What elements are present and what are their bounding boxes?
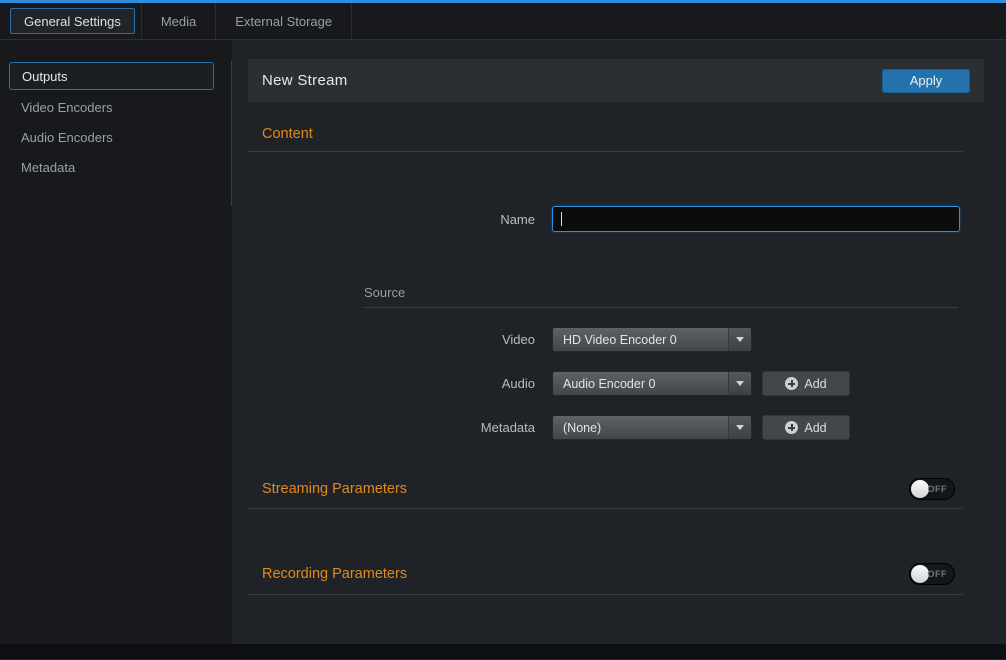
video-select-value: HD Video Encoder 0 bbox=[563, 333, 677, 347]
top-tab-bar: General Settings Media External Storage bbox=[0, 3, 1006, 40]
toggle-state-label: OFF bbox=[928, 569, 948, 579]
bottom-status-bar bbox=[0, 644, 1006, 659]
toggle-knob bbox=[911, 480, 929, 498]
add-audio-button[interactable]: Add bbox=[762, 371, 850, 396]
section-divider bbox=[248, 151, 963, 152]
recording-parameters-row: Recording Parameters OFF bbox=[248, 563, 984, 585]
tab-external-storage[interactable]: External Storage bbox=[216, 3, 351, 39]
metadata-label: Metadata bbox=[248, 420, 552, 435]
content-section-title: Content bbox=[262, 126, 984, 142]
page-layout: Outputs Video Encoders Audio Encoders Me… bbox=[0, 40, 1006, 644]
video-select[interactable]: HD Video Encoder 0 bbox=[552, 327, 752, 352]
new-stream-header: New Stream Apply bbox=[248, 59, 984, 102]
metadata-row: Metadata (None) Add bbox=[248, 415, 984, 440]
streaming-parameters-title: Streaming Parameters bbox=[262, 481, 407, 497]
page-title: New Stream bbox=[262, 72, 348, 89]
streaming-parameters-toggle[interactable]: OFF bbox=[909, 478, 955, 500]
source-divider bbox=[364, 307, 958, 308]
apply-button[interactable]: Apply bbox=[882, 69, 970, 93]
metadata-select-value: (None) bbox=[563, 421, 601, 435]
recording-parameters-title: Recording Parameters bbox=[262, 566, 407, 582]
streaming-parameters-row: Streaming Parameters OFF bbox=[248, 478, 984, 500]
source-group-label: Source bbox=[364, 285, 984, 300]
sidebar-item-audio-encoders[interactable]: Audio Encoders bbox=[9, 122, 214, 152]
audio-label: Audio bbox=[248, 376, 552, 391]
metadata-select[interactable]: (None) bbox=[552, 415, 752, 440]
audio-row: Audio Audio Encoder 0 Add bbox=[248, 371, 984, 396]
tab-separator bbox=[351, 3, 352, 39]
text-cursor bbox=[561, 212, 562, 226]
plus-icon bbox=[785, 421, 798, 434]
toggle-state-label: OFF bbox=[928, 484, 948, 494]
name-row: Name bbox=[248, 206, 984, 232]
add-metadata-label: Add bbox=[804, 421, 826, 435]
sidebar-item-video-encoders[interactable]: Video Encoders bbox=[9, 92, 214, 122]
tab-media[interactable]: Media bbox=[142, 3, 215, 39]
add-audio-label: Add bbox=[804, 377, 826, 391]
section-divider bbox=[248, 508, 963, 509]
chevron-down-icon bbox=[728, 372, 751, 395]
sidebar-item-metadata[interactable]: Metadata bbox=[9, 152, 214, 182]
sidebar-item-outputs[interactable]: Outputs bbox=[9, 62, 214, 90]
main-panel: New Stream Apply Content Name Source Vid… bbox=[232, 40, 1006, 644]
toggle-knob bbox=[911, 565, 929, 583]
plus-icon bbox=[785, 377, 798, 390]
name-input[interactable] bbox=[552, 206, 960, 232]
video-label: Video bbox=[248, 332, 552, 347]
audio-select-value: Audio Encoder 0 bbox=[563, 377, 655, 391]
sidebar: Outputs Video Encoders Audio Encoders Me… bbox=[0, 40, 232, 644]
chevron-down-icon bbox=[728, 416, 751, 439]
recording-parameters-toggle[interactable]: OFF bbox=[909, 563, 955, 585]
audio-select[interactable]: Audio Encoder 0 bbox=[552, 371, 752, 396]
name-label: Name bbox=[248, 212, 552, 227]
add-metadata-button[interactable]: Add bbox=[762, 415, 850, 440]
tab-general-settings[interactable]: General Settings bbox=[10, 8, 135, 34]
section-divider bbox=[248, 594, 963, 595]
chevron-down-icon bbox=[728, 328, 751, 351]
video-row: Video HD Video Encoder 0 bbox=[248, 327, 984, 352]
